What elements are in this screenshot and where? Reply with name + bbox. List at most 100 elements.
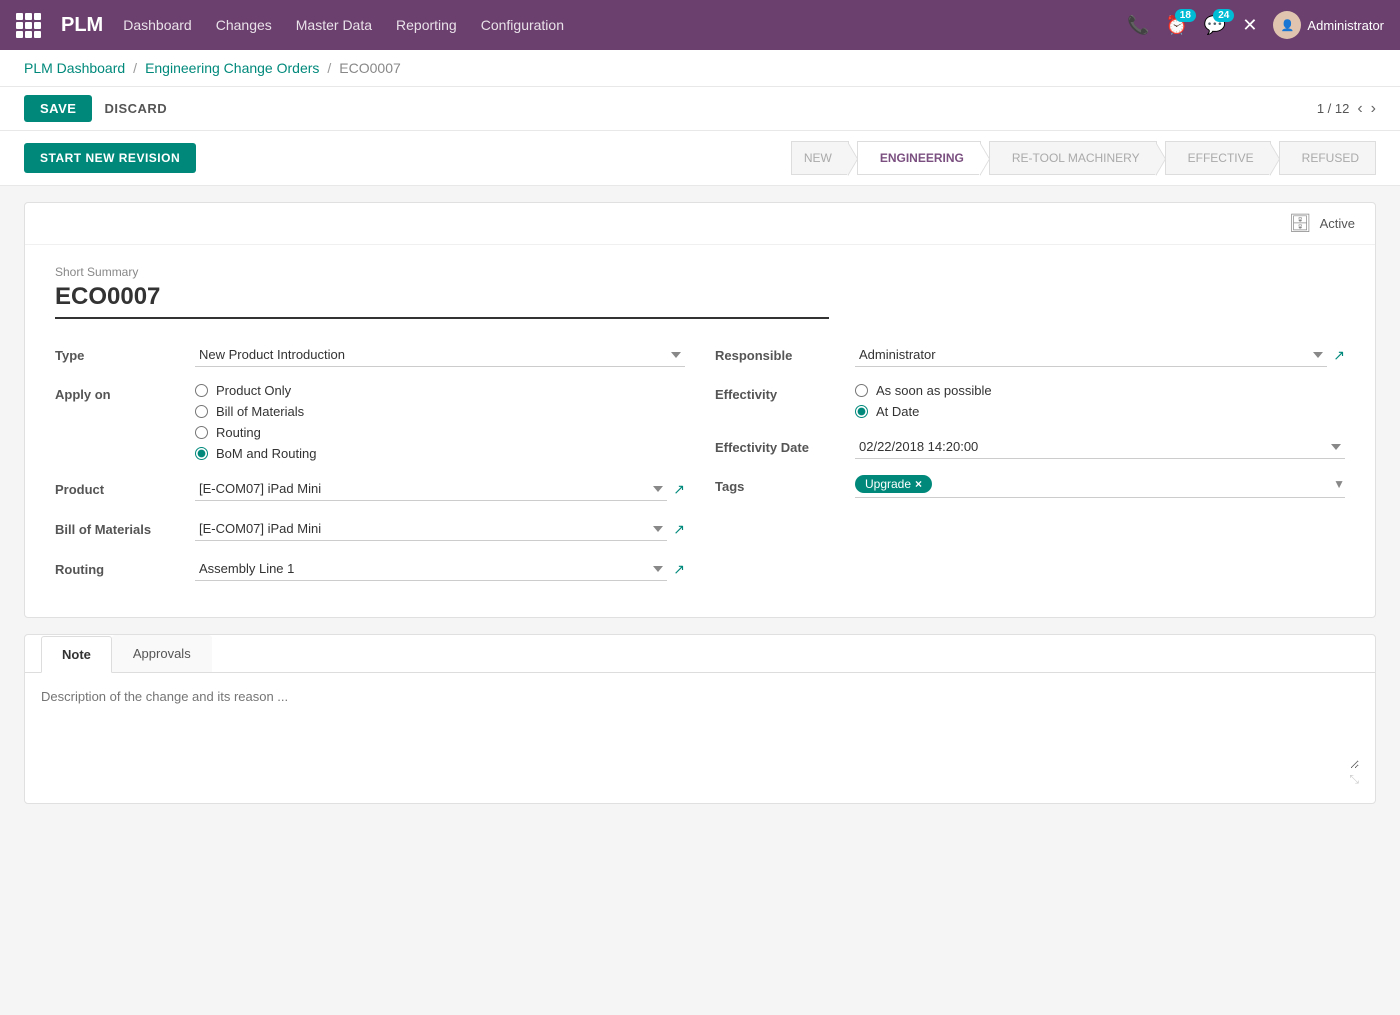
bom-select[interactable]: [E-COM07] iPad Mini — [195, 517, 667, 541]
tags-dropdown-arrow[interactable]: ▼ — [1333, 477, 1345, 491]
bom-ext-link[interactable]: ↗ — [673, 521, 685, 538]
form-columns: Type New Product Introduction Apply on — [55, 343, 1345, 597]
topnav-links: Dashboard Changes Master Data Reporting … — [123, 17, 1107, 33]
stage-refused[interactable]: REFUSED — [1279, 141, 1376, 175]
form-body: Short Summary Type New Product Introduct… — [25, 245, 1375, 617]
effectivity-row: Effectivity As soon as possible At Date — [715, 383, 1345, 419]
next-button[interactable]: › — [1371, 100, 1376, 118]
type-select-wrapper: New Product Introduction — [195, 343, 685, 367]
nav-changes[interactable]: Changes — [216, 17, 272, 33]
nav-configuration[interactable]: Configuration — [481, 17, 564, 33]
tag-remove-icon[interactable]: × — [915, 477, 922, 491]
save-button[interactable]: SAVE — [24, 95, 92, 122]
discard-button[interactable]: DISCARD — [104, 101, 167, 116]
stages: NEW ENGINEERING RE-TOOL MACHINERY EFFECT… — [791, 141, 1376, 175]
short-summary-section: Short Summary — [55, 265, 1345, 319]
routing-select[interactable]: Assembly Line 1 — [195, 557, 667, 581]
short-summary-input[interactable] — [55, 283, 829, 319]
pagination: 1 / 12 ‹ › — [1317, 100, 1376, 118]
radio-asap[interactable]: As soon as possible — [855, 383, 992, 398]
tags-wrapper: Upgrade × ▼ — [855, 475, 1345, 498]
note-textarea[interactable] — [41, 689, 1359, 769]
breadcrumb-sep1: / — [133, 60, 137, 76]
radio-product-only[interactable]: Product Only — [195, 383, 316, 398]
effectivity-options: As soon as possible At Date — [855, 383, 992, 419]
radio-at-date[interactable]: At Date — [855, 404, 992, 419]
apply-on-row: Apply on Product Only Bill of Materials — [55, 383, 685, 461]
tags-label: Tags — [715, 479, 845, 494]
start-new-revision-button[interactable]: START NEW REVISION — [24, 143, 196, 173]
routing-row: Routing Assembly Line 1 ↗ — [55, 557, 685, 581]
tab-note[interactable]: Note — [41, 636, 112, 673]
messages-badge: 24 — [1213, 9, 1234, 22]
tab-approvals[interactable]: Approvals — [112, 635, 212, 672]
effectivity-date-label: Effectivity Date — [715, 440, 845, 455]
status-bar: 🗄 Active — [25, 203, 1375, 245]
form-card: 🗄 Active Short Summary Type — [24, 202, 1376, 618]
radio-asap-input[interactable] — [855, 384, 868, 397]
archive-icon: 🗄 — [1289, 213, 1312, 234]
bom-label: Bill of Materials — [55, 522, 185, 537]
stage-retool[interactable]: RE-TOOL MACHINERY — [989, 141, 1157, 175]
short-summary-label: Short Summary — [55, 265, 1345, 279]
action-bar: SAVE DISCARD 1 / 12 ‹ › — [0, 87, 1400, 131]
radio-bom-input[interactable] — [195, 405, 208, 418]
note-content: ⤡ — [25, 673, 1375, 803]
topnav: PLM Dashboard Changes Master Data Report… — [0, 0, 1400, 50]
tabs-bar: Note Approvals — [25, 635, 1375, 673]
type-label: Type — [55, 348, 185, 363]
pagination-count: 1 / 12 — [1317, 101, 1350, 116]
stage-effective[interactable]: EFFECTIVE — [1165, 141, 1271, 175]
radio-at-date-input[interactable] — [855, 405, 868, 418]
messages-icon[interactable]: 💬 24 — [1204, 15, 1226, 36]
product-row: Product [E-COM07] iPad Mini ↗ — [55, 477, 685, 501]
product-label: Product — [55, 482, 185, 497]
status-label: Active — [1320, 216, 1355, 231]
app-logo: PLM — [61, 14, 103, 37]
right-column: Responsible Administrator ↗ Effectivity — [715, 343, 1345, 597]
product-select-wrapper: [E-COM07] iPad Mini ↗ — [195, 477, 685, 501]
stage-engineering[interactable]: ENGINEERING — [857, 141, 981, 175]
breadcrumb-plm[interactable]: PLM Dashboard — [24, 60, 125, 76]
effectivity-date-select[interactable]: 02/22/2018 14:20:00 — [855, 435, 1345, 459]
radio-product-only-input[interactable] — [195, 384, 208, 397]
nav-reporting[interactable]: Reporting — [396, 17, 457, 33]
app-grid-icon[interactable] — [16, 13, 41, 38]
responsible-select[interactable]: Administrator — [855, 343, 1327, 367]
responsible-label: Responsible — [715, 348, 845, 363]
apply-on-options: Product Only Bill of Materials Routing — [195, 383, 316, 461]
radio-bom[interactable]: Bill of Materials — [195, 404, 316, 419]
routing-ext-link[interactable]: ↗ — [673, 561, 685, 578]
stage-bar: START NEW REVISION NEW ENGINEERING RE-TO… — [0, 131, 1400, 186]
radio-routing[interactable]: Routing — [195, 425, 316, 440]
breadcrumb: PLM Dashboard / Engineering Change Order… — [0, 50, 1400, 87]
product-ext-link[interactable]: ↗ — [673, 481, 685, 498]
phone-icon[interactable]: 📞 — [1127, 15, 1149, 36]
apply-on-label: Apply on — [55, 383, 185, 402]
upgrade-tag[interactable]: Upgrade × — [855, 475, 932, 493]
nav-masterdata[interactable]: Master Data — [296, 17, 372, 33]
responsible-ext-link[interactable]: ↗ — [1333, 347, 1345, 364]
radio-bom-routing[interactable]: BoM and Routing — [195, 446, 316, 461]
settings-icon[interactable]: ✕ — [1242, 15, 1257, 36]
effectivity-date-row: Effectivity Date 02/22/2018 14:20:00 — [715, 435, 1345, 459]
radio-bom-routing-input[interactable] — [195, 447, 208, 460]
routing-select-wrapper: Assembly Line 1 ↗ — [195, 557, 685, 581]
nav-dashboard[interactable]: Dashboard — [123, 17, 192, 33]
activity-icon[interactable]: ⏰ 18 — [1165, 15, 1187, 36]
prev-button[interactable]: ‹ — [1357, 100, 1362, 118]
admin-avatar: 👤 — [1273, 11, 1301, 39]
radio-routing-input[interactable] — [195, 426, 208, 439]
effectivity-date-wrapper: 02/22/2018 14:20:00 — [855, 435, 1345, 459]
status-badge[interactable]: 🗄 Active — [1289, 213, 1355, 234]
breadcrumb-eco[interactable]: Engineering Change Orders — [145, 60, 319, 76]
stage-new[interactable]: NEW — [791, 141, 849, 175]
breadcrumb-current: ECO0007 — [339, 60, 400, 76]
admin-name: Administrator — [1307, 18, 1384, 33]
responsible-select-wrapper: Administrator ↗ — [855, 343, 1345, 367]
product-select[interactable]: [E-COM07] iPad Mini — [195, 477, 667, 501]
admin-user[interactable]: 👤 Administrator — [1273, 11, 1384, 39]
tabs-card: Note Approvals ⤡ — [24, 634, 1376, 804]
topnav-right: 📞 ⏰ 18 💬 24 ✕ 👤 Administrator — [1127, 11, 1384, 39]
type-select[interactable]: New Product Introduction — [195, 343, 685, 367]
